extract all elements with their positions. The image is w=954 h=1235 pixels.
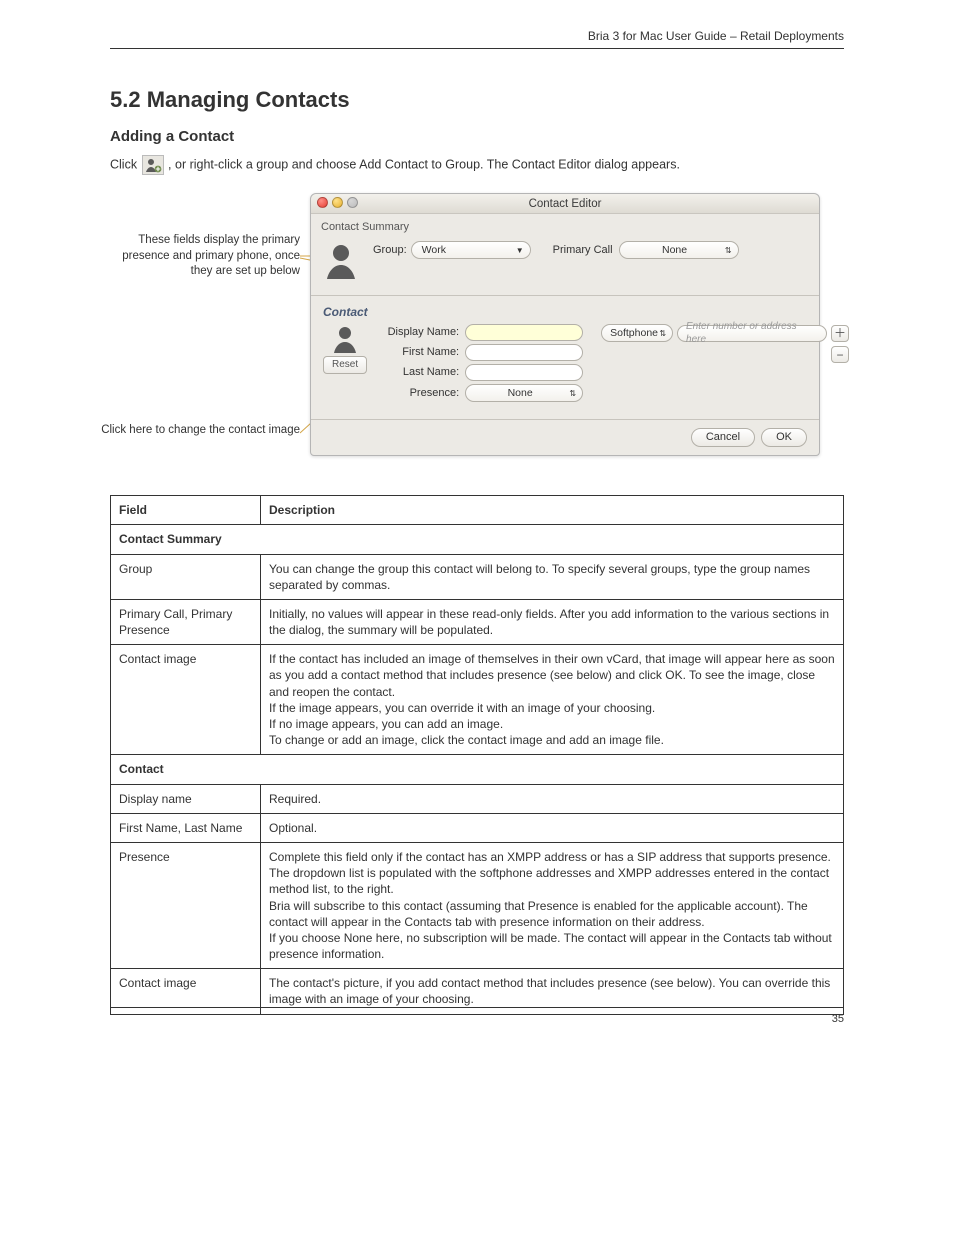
add-method-button[interactable]: ＋ [831, 325, 849, 342]
intro-post: , or right-click a group and choose Add … [168, 157, 680, 171]
presence-value: None [508, 386, 533, 400]
table-section-summary: Contact Summary [111, 525, 844, 554]
address-placeholder: Enter number or address here [686, 320, 818, 347]
primary-call-label: Primary Call [553, 243, 613, 258]
table-row-field: Presence [111, 842, 261, 968]
callout-display-primary: These fields display the primary presenc… [100, 233, 300, 280]
remove-method-button[interactable]: − [831, 346, 849, 363]
first-name-label: First Name: [385, 345, 459, 360]
group-label: Group: [373, 243, 407, 258]
contact-avatar[interactable] [331, 324, 359, 354]
table-row-desc: You can change the group this contact wi… [261, 554, 844, 599]
presence-label: Presence: [385, 386, 459, 401]
table-row-desc: Required. [261, 784, 844, 813]
running-header: Bria 3 for Mac User Guide – Retail Deplo… [110, 28, 844, 49]
display-name-input[interactable] [465, 324, 583, 341]
contact-summary-label: Contact Summary [311, 214, 819, 237]
first-name-input[interactable] [465, 344, 583, 361]
display-name-label: Display Name: [385, 325, 459, 340]
window-minimize-icon[interactable] [332, 197, 343, 208]
softphone-label: Softphone [610, 326, 658, 340]
last-name-input[interactable] [465, 364, 583, 381]
chevron-down-icon: ▼ [516, 246, 524, 257]
page-footer: 35 [110, 1007, 844, 1027]
window-titlebar: Contact Editor [311, 194, 819, 214]
table-row-field: First Name, Last Name [111, 813, 261, 842]
table-row-field: Primary Call, Primary Presence [111, 599, 261, 644]
table-head-field: Field [111, 496, 261, 525]
table-row-desc: Optional. [261, 813, 844, 842]
softphone-dropdown[interactable]: Softphone ⇅ [601, 324, 673, 342]
intro-pre: Click [110, 157, 141, 171]
table-row-field: Group [111, 554, 261, 599]
window-zoom-icon[interactable] [347, 197, 358, 208]
presence-dropdown[interactable]: None ⇅ [465, 384, 583, 402]
group-value: Work [422, 243, 446, 257]
table-row-desc: Complete this field only if the contact … [261, 842, 844, 968]
primary-call-dropdown[interactable]: None ⇅ [619, 241, 739, 259]
window-title: Contact Editor [529, 198, 602, 210]
primary-call-value: None [662, 243, 687, 257]
table-row-desc: If the contact has included an image of … [261, 645, 844, 755]
contact-editor-window: Contact Editor Contact Summary Group: Wo… [310, 193, 820, 456]
updown-icon: ⇅ [725, 246, 732, 257]
ok-button[interactable]: OK [761, 428, 807, 447]
contact-section-title: Contact [323, 304, 807, 320]
table-section-contact: Contact [111, 755, 844, 784]
reset-button[interactable]: Reset [323, 356, 367, 374]
page-number: 35 [832, 1012, 844, 1027]
group-dropdown[interactable]: Work ▼ [411, 241, 531, 259]
updown-icon: ⇅ [659, 329, 666, 340]
window-close-icon[interactable] [317, 197, 328, 208]
intro-paragraph: Click , or right-click a group and choos… [110, 155, 844, 175]
subheading: Adding a Contact [110, 127, 844, 147]
table-head-desc: Description [261, 496, 844, 525]
updown-icon: ⇅ [569, 389, 576, 400]
table-row-field: Contact image [111, 645, 261, 755]
last-name-label: Last Name: [385, 365, 459, 380]
table-row-desc: Initially, no values will appear in thes… [261, 599, 844, 644]
cancel-button[interactable]: Cancel [691, 428, 755, 447]
add-contact-icon [142, 155, 164, 175]
section-title: 5.2 Managing Contacts [110, 85, 844, 115]
summary-avatar[interactable] [323, 241, 359, 281]
address-input[interactable]: Enter number or address here [677, 325, 827, 342]
callout-change-image: Click here to change the contact image [100, 423, 300, 439]
table-row-field: Display name [111, 784, 261, 813]
field-description-table: Field Description Contact Summary Group … [110, 495, 844, 1015]
